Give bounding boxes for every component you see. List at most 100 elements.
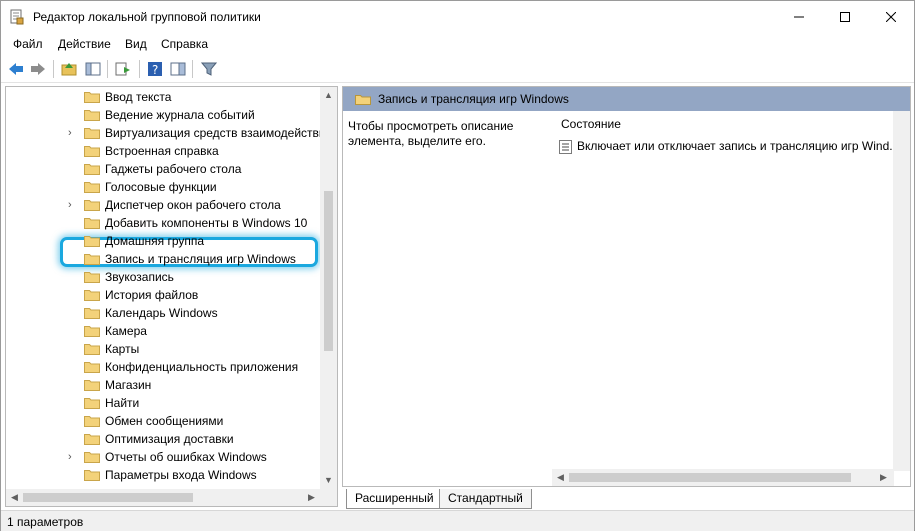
export-list-button[interactable]: [113, 59, 133, 79]
tree-horizontal-scrollbar[interactable]: ◀ ▶: [6, 489, 322, 506]
tree-item[interactable]: Найти: [6, 394, 326, 412]
tree-item[interactable]: Магазин: [6, 376, 326, 394]
details-horizontal-scrollbar[interactable]: ◀ ▶: [552, 469, 894, 486]
scroll-left-icon[interactable]: ◀: [557, 473, 564, 482]
toolbar: ?: [1, 55, 914, 83]
folder-icon: [84, 271, 100, 283]
policy-tree-pane[interactable]: Ввод текста Ведение журнала событий › Вирту…: [5, 86, 338, 507]
tree-item-label: Запись и трансляция игр Windows: [105, 252, 296, 266]
tree-item-label: История файлов: [105, 288, 199, 302]
tree-item[interactable]: Встроенная справка: [6, 142, 326, 160]
minimize-icon: [794, 16, 804, 18]
menu-help[interactable]: Справка: [161, 37, 208, 51]
tree-item[interactable]: Ведение журнала событий: [6, 106, 326, 124]
tree-item-label: Оптимизация доставки: [105, 432, 234, 446]
show-hide-tree-button[interactable]: [83, 59, 103, 79]
folder-icon: [84, 451, 100, 463]
folder-icon: [84, 433, 100, 445]
tree-item[interactable]: История файлов: [6, 286, 326, 304]
scroll-right-icon[interactable]: ▶: [880, 473, 887, 482]
scroll-down-icon[interactable]: ▼: [324, 476, 333, 485]
tree-item-label: Календарь Windows: [105, 306, 218, 320]
tree-item[interactable]: Добавить компоненты в Windows 10: [6, 214, 326, 232]
close-button[interactable]: [868, 1, 914, 33]
help-icon: ?: [148, 62, 162, 77]
scroll-left-icon[interactable]: ◀: [11, 493, 18, 502]
tree-item-label: Домашняя группа: [105, 234, 205, 248]
tree-horizontal-scroll-thumb[interactable]: [23, 493, 193, 502]
help-button[interactable]: ?: [145, 59, 165, 79]
minimize-button[interactable]: [776, 1, 822, 33]
tree-item[interactable]: Звукозапись: [6, 268, 326, 286]
toolbar-separator: [53, 60, 54, 78]
status-bar: 1 параметров: [1, 510, 914, 531]
setting-row[interactable]: Включает или отключает запись и трансляц…: [559, 138, 909, 156]
tree-item[interactable]: Ввод текста: [6, 88, 326, 106]
folder-icon: [84, 307, 100, 319]
setting-name: Включает или отключает запись и трансляц…: [577, 139, 900, 153]
tree-item-label: Обмен сообщениями: [105, 414, 224, 428]
scroll-right-icon[interactable]: ▶: [308, 493, 315, 502]
tree-item[interactable]: › Виртуализация средств взаимодействи: [6, 124, 326, 142]
tree-vertical-scroll-thumb[interactable]: [324, 191, 333, 351]
folder-icon: [84, 217, 100, 229]
menu-action[interactable]: Действие: [58, 37, 111, 51]
tree-item[interactable]: › Диспетчер окон рабочего стола: [6, 196, 326, 214]
folder-icon: [84, 379, 100, 391]
tree-item-label: Ввод текста: [105, 90, 172, 104]
tree-item[interactable]: Гаджеты рабочего стола: [6, 160, 326, 178]
tree-item[interactable]: Домашняя группа: [6, 232, 326, 250]
tree-item[interactable]: › Отчеты об ошибках Windows: [6, 448, 326, 466]
folder-icon: [84, 343, 100, 355]
tree-item-label: Ведение журнала событий: [105, 108, 255, 122]
expand-chevron-icon[interactable]: ›: [68, 126, 78, 140]
state-column-header[interactable]: Состояние: [561, 117, 621, 131]
expand-chevron-icon[interactable]: ›: [68, 450, 78, 464]
back-button[interactable]: [6, 59, 26, 79]
tree-item[interactable]: Голосовые функции: [6, 178, 326, 196]
window-title: Редактор локальной групповой политики: [33, 10, 261, 24]
tree-item[interactable]: Оптимизация доставки: [6, 430, 326, 448]
tree-item-label: Звукозапись: [105, 270, 174, 284]
maximize-button[interactable]: [822, 1, 868, 33]
tab-standard[interactable]: Стандартный: [439, 489, 532, 509]
close-icon: [886, 12, 896, 22]
details-header: Запись и трансляция игр Windows: [343, 87, 910, 111]
title-bar: Редактор локальной групповой политики: [1, 1, 914, 33]
folder-icon: [84, 325, 100, 337]
details-pane: Запись и трансляция игр Windows Чтобы пр…: [342, 86, 911, 487]
tree-item-label: Отчеты об ошибках Windows: [105, 450, 267, 464]
menu-bar: Файл Действие Вид Справка: [1, 33, 914, 55]
show-hide-tree-icon: [85, 62, 101, 76]
tree-item-label: Диспетчер окон рабочего стола: [105, 198, 281, 212]
details-vertical-scrollbar[interactable]: [893, 111, 910, 471]
menu-file[interactable]: Файл: [13, 37, 43, 51]
tree-item[interactable]: Камера: [6, 322, 326, 340]
expand-chevron-icon[interactable]: ›: [68, 198, 78, 212]
tree-item-label: Параметры входа Windows: [105, 468, 257, 482]
tree-item-selected[interactable]: Запись и трансляция игр Windows: [6, 250, 326, 268]
tree-item[interactable]: Параметры входа Windows: [6, 466, 326, 484]
tree-item[interactable]: Обмен сообщениями: [6, 412, 326, 430]
properties-pane-button[interactable]: [168, 59, 188, 79]
tree-item-label: Добавить компоненты в Windows 10: [105, 216, 308, 230]
export-list-icon: [115, 62, 130, 76]
filter-button[interactable]: [199, 59, 219, 79]
toolbar-separator: [107, 60, 108, 78]
folder-icon: [355, 93, 371, 108]
tab-extended[interactable]: Расширенный: [346, 489, 442, 509]
forward-button[interactable]: [28, 59, 48, 79]
tree-vertical-scrollbar[interactable]: ▲ ▼: [320, 87, 337, 489]
folder-icon: [84, 109, 100, 121]
status-text: 1 параметров: [7, 515, 84, 529]
folder-icon: [84, 145, 100, 157]
tree-item[interactable]: Конфиденциальность приложения: [6, 358, 326, 376]
folder-icon: [84, 289, 100, 301]
up-one-level-button[interactable]: [59, 59, 79, 79]
tree-item[interactable]: Календарь Windows: [6, 304, 326, 322]
details-header-title: Запись и трансляция игр Windows: [378, 92, 569, 106]
tree-item[interactable]: Карты: [6, 340, 326, 358]
details-horizontal-scroll-thumb[interactable]: [569, 473, 851, 482]
menu-view[interactable]: Вид: [125, 37, 147, 51]
scroll-up-icon[interactable]: ▲: [324, 91, 333, 100]
